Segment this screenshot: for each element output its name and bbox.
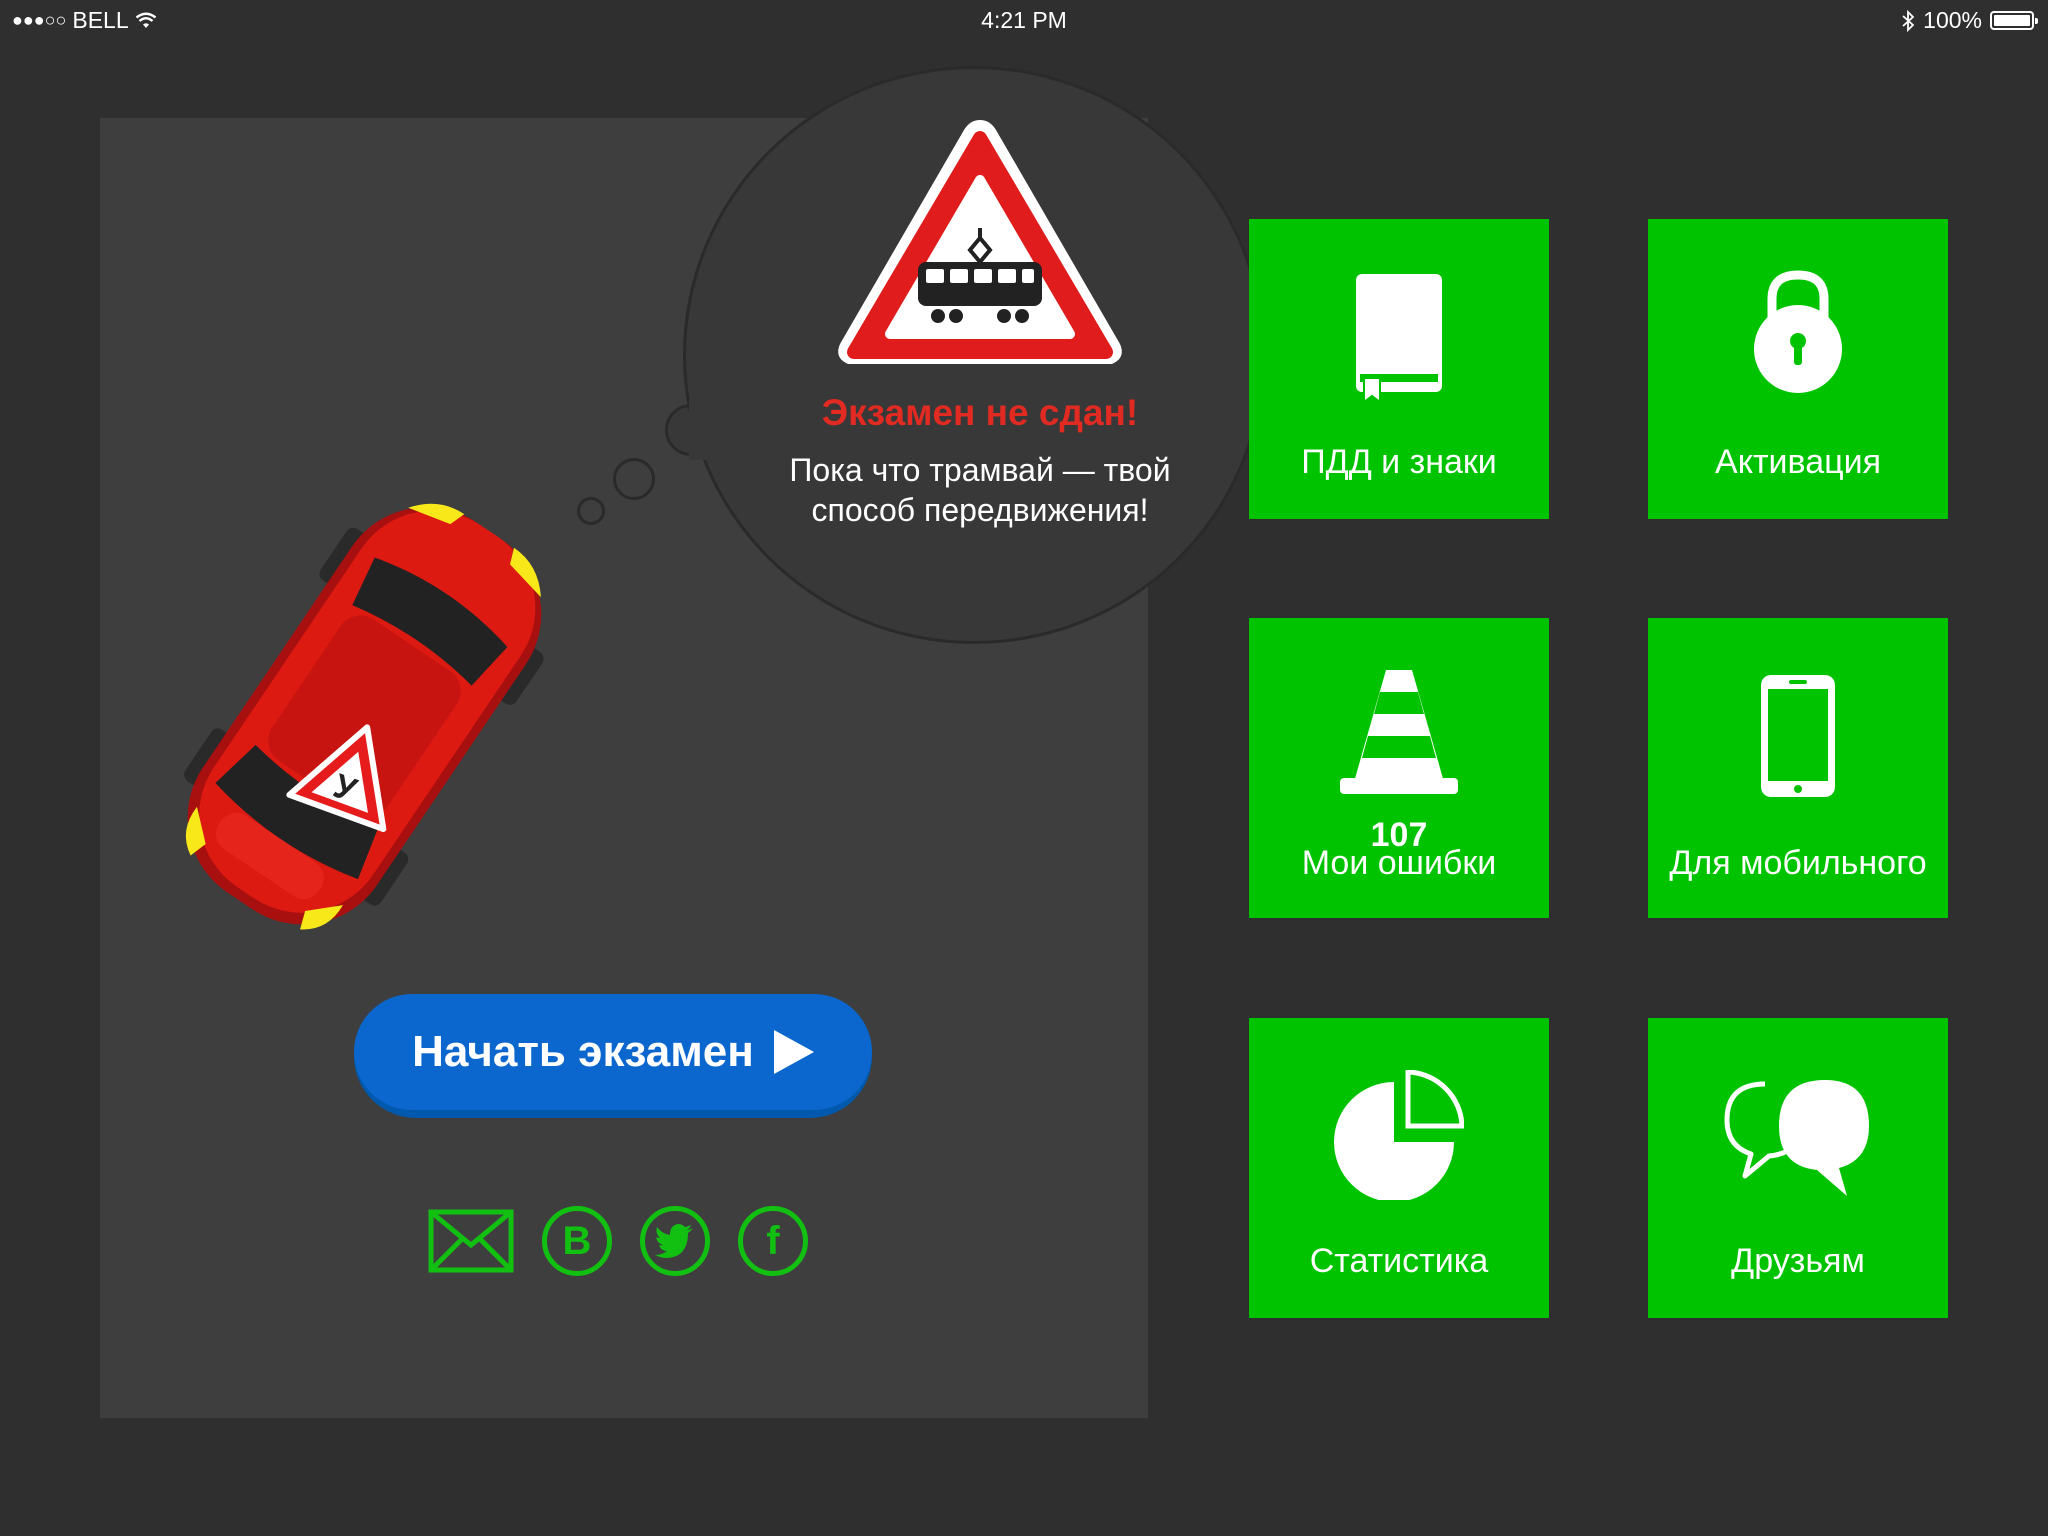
tile-label: Статистика bbox=[1309, 1242, 1489, 1280]
play-icon bbox=[773, 1030, 814, 1074]
thought-bubble-dot-small bbox=[577, 497, 605, 525]
padlock-icon bbox=[1648, 269, 1948, 395]
tile-label: Активация bbox=[1715, 443, 1881, 481]
facebook-share-button[interactable]: f bbox=[738, 1206, 808, 1276]
book-icon bbox=[1249, 274, 1549, 404]
tile-for-mobile[interactable]: Для мобильного bbox=[1648, 618, 1948, 918]
battery-icon bbox=[1990, 11, 2038, 30]
tile-label: Мои ошибки bbox=[1301, 844, 1497, 882]
tram-warning-sign-icon bbox=[838, 120, 1122, 364]
social-share-row: В f bbox=[428, 1206, 808, 1276]
status-bar: ●●●○○ BELL 4:21 PM 100% bbox=[0, 0, 2048, 40]
battery-percent: 100% bbox=[1923, 7, 1982, 33]
status-time: 4:21 PM bbox=[981, 7, 1067, 33]
twitter-share-button[interactable] bbox=[640, 1206, 710, 1276]
start-exam-label: Начать экзамен bbox=[412, 1027, 754, 1076]
tile-statistics[interactable]: Статистика bbox=[1249, 1018, 1549, 1318]
facebook-icon: f bbox=[766, 1218, 780, 1263]
status-right: 100% bbox=[1901, 7, 2038, 34]
vk-icon: В bbox=[562, 1218, 592, 1263]
exam-failed-message: Пока что трамвай — твой способ передвиже… bbox=[700, 450, 1260, 530]
bluetooth-icon bbox=[1902, 9, 1915, 32]
app-screen: ●●●○○ BELL 4:21 PM 100% Экзамен не сдан!… bbox=[0, 0, 2048, 1536]
tile-label: Для мобильного bbox=[1669, 844, 1927, 882]
email-share-icon[interactable] bbox=[428, 1209, 514, 1273]
tile-label: ПДД и знаки bbox=[1301, 443, 1497, 481]
message-line-1: Пока что трамвай — твой bbox=[789, 452, 1171, 488]
thought-bubble-dot-medium bbox=[613, 458, 655, 500]
tile-my-mistakes[interactable]: 107 Мои ошибки bbox=[1249, 618, 1549, 918]
pie-chart-icon bbox=[1249, 1070, 1549, 1200]
vk-share-button[interactable]: В bbox=[542, 1206, 612, 1276]
tile-friends[interactable]: Друзьям bbox=[1648, 1018, 1948, 1318]
twitter-bird-icon bbox=[655, 1224, 693, 1258]
smartphone-icon bbox=[1648, 675, 1948, 797]
tile-activation[interactable]: Активация bbox=[1648, 219, 1948, 519]
start-exam-button[interactable]: Начать экзамен bbox=[354, 994, 872, 1118]
message-line-2: способ передвижения! bbox=[811, 492, 1149, 528]
learner-car-illustration: У bbox=[184, 503, 544, 930]
start-exam-button-face: Начать экзамен bbox=[354, 994, 872, 1110]
traffic-cone-icon bbox=[1249, 670, 1549, 794]
exam-failed-title: Экзамен не сдан! bbox=[821, 392, 1139, 433]
tile-label: Друзьям bbox=[1731, 1242, 1865, 1280]
speech-bubbles-icon bbox=[1648, 1076, 1948, 1198]
tile-traffic-rules[interactable]: ПДД и знаки bbox=[1249, 219, 1549, 519]
